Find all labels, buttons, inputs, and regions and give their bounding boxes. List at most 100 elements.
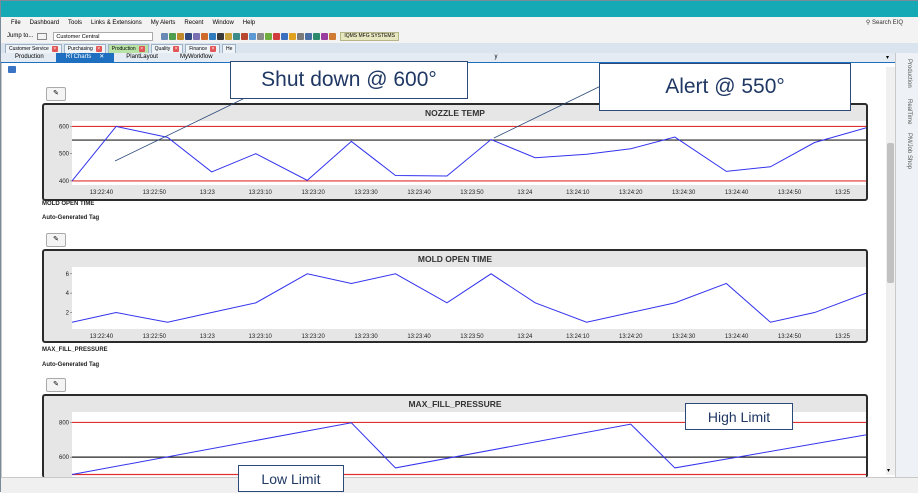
y-tick-label: 600	[59, 124, 70, 130]
x-tick-label: 13:23:10	[249, 334, 273, 340]
menu-my-alerts[interactable]: My Alerts	[151, 20, 176, 26]
jump-to-dropdown[interactable]	[37, 32, 48, 40]
report-icon[interactable]	[193, 32, 201, 40]
close-icon[interactable]: ×	[51, 46, 58, 52]
user-icon[interactable]	[305, 32, 313, 40]
jump-to-label: Jump to...	[7, 33, 34, 39]
y-tick-label: 600	[59, 455, 70, 461]
x-tick-label: 13:23:20	[301, 190, 325, 196]
y-tick-label: 500	[59, 152, 70, 158]
folder-icon[interactable]	[225, 32, 233, 40]
x-tick-label: 13:23	[200, 190, 216, 196]
menu-dashboard[interactable]: Dashboard	[30, 20, 59, 26]
tab-purchasing[interactable]: Purchasing ×	[63, 44, 106, 53]
export-icon[interactable]	[265, 32, 273, 40]
tab-overflow[interactable]: y	[485, 53, 508, 62]
app-window: File Dashboard Tools Links & Extensions …	[0, 0, 918, 493]
info-icon[interactable]	[249, 32, 257, 40]
tab-he[interactable]: He	[222, 44, 237, 53]
x-tick-label: 13:23:50	[460, 190, 484, 196]
close-icon[interactable]: ✕	[99, 54, 104, 60]
pdf-icon[interactable]	[273, 32, 281, 40]
alert-icon[interactable]	[241, 32, 249, 40]
x-tick-label: 13:23:40	[407, 190, 431, 196]
tab-customer-service[interactable]: Customer Service ×	[5, 44, 62, 53]
filter-icon[interactable]	[169, 32, 177, 40]
x-tick-label: 13:23	[200, 334, 216, 340]
close-icon[interactable]: ×	[95, 46, 102, 52]
close-icon[interactable]: ×	[138, 46, 145, 52]
refresh-icon[interactable]	[161, 32, 169, 40]
side-panel-tabs: Production RealTime PM/Job Shop	[895, 53, 918, 477]
side-tab-realtime[interactable]: RealTime	[906, 99, 912, 124]
customer-central-input[interactable]: Customer Central	[53, 31, 154, 41]
menu-bar: File Dashboard Tools Links & Extensions …	[1, 17, 918, 29]
close-icon[interactable]: ×	[173, 46, 180, 52]
x-tick-label: 13:24:30	[672, 334, 696, 340]
nozzle-temp-chart: NOZZLE TEMP 400 500 600 13:22:40 13:22:50 13:…	[42, 103, 868, 201]
vertical-scrollbar[interactable]: ▾	[886, 67, 895, 475]
scroll-down-icon[interactable]: ▾	[887, 467, 890, 474]
mold-tag-label: Auto-Generated Tag	[42, 215, 100, 221]
tab-plantlayout[interactable]: PlantLayout	[116, 53, 168, 62]
menu-recent[interactable]: Recent	[184, 20, 203, 26]
tab-quality[interactable]: Quality ×	[150, 44, 184, 53]
menu-window[interactable]: Window	[212, 20, 233, 26]
calendar-icon[interactable]	[209, 32, 217, 40]
tab-finance[interactable]: Finance ×	[185, 44, 221, 53]
shop-icon[interactable]	[329, 32, 337, 40]
x-tick-label: 13:24:40	[725, 190, 749, 196]
table-icon[interactable]	[217, 32, 225, 40]
search-eiq[interactable]: ⚲ Search EIQ	[866, 19, 903, 26]
x-tick-label: 13:25	[835, 334, 851, 340]
print-icon[interactable]	[257, 32, 265, 40]
high-limit-callout: High Limit	[685, 403, 793, 430]
x-tick-label: 13:24:50	[778, 190, 802, 196]
tool-icon[interactable]	[201, 32, 209, 40]
tab-production-page[interactable]: Production	[5, 53, 54, 62]
x-tick-label: 13:23:20	[301, 334, 325, 340]
tab-production[interactable]: Production ×	[107, 44, 149, 53]
section-label-mold-open-time: MOLD OPEN TIME	[42, 201, 95, 207]
y-tick-label: 800	[59, 420, 70, 426]
grid-icon[interactable]	[185, 32, 193, 40]
mold-settings-button[interactable]: ✎	[46, 233, 66, 247]
menu-links-extensions[interactable]: Links & Extensions	[91, 20, 142, 26]
search-label: Search EIQ	[871, 20, 903, 26]
plot-area	[72, 121, 866, 185]
nozzle-temp-plot: 400 500 600 13:22:40 13:22:50 13:23 13:23:10 13…	[59, 121, 866, 196]
x-tick-label: 13:24:20	[619, 334, 643, 340]
x-tick-label: 13:24	[517, 190, 533, 196]
x-tick-label: 13:23:30	[354, 190, 378, 196]
menu-tools[interactable]: Tools	[68, 20, 82, 26]
mold-open-time-plot: 2 4 6 13:22:40 13:22:50 13:23 13:23:10 13:23:20…	[66, 267, 866, 340]
tab-rtcharts[interactable]: RTCharts ✕	[55, 53, 115, 62]
tab-dropdown-icon[interactable]: ▾	[886, 54, 889, 61]
menu-help[interactable]: Help	[243, 20, 255, 26]
nozzle-settings-button[interactable]: ✎	[46, 87, 66, 101]
close-icon[interactable]: ×	[210, 46, 217, 52]
section-label-max-fill-pressure: MAX_FILL_PRESSURE	[42, 347, 108, 353]
pressure-settings-button[interactable]: ✎	[46, 378, 66, 392]
side-tab-pm-job-shop[interactable]: PM/Job Shop	[906, 133, 912, 169]
tab-myworkflow[interactable]: MyWorkflow	[170, 53, 223, 62]
settings-icon[interactable]	[297, 32, 305, 40]
side-tab-production[interactable]: Production	[906, 59, 912, 88]
gear-icon[interactable]	[233, 32, 241, 40]
x-tick-label: 13:24:50	[778, 334, 802, 340]
toolbar: Jump to... Customer Central IQMS MFG SYS…	[1, 29, 918, 43]
menu-file[interactable]: File	[11, 20, 21, 26]
scrollbar-thumb[interactable]	[887, 143, 894, 283]
x-tick-label: 13:22:40	[90, 190, 114, 196]
star-icon[interactable]	[289, 32, 297, 40]
y-tick-label: 4	[66, 291, 70, 297]
x-tick-label: 13:23:30	[354, 334, 378, 340]
chart-icon[interactable]	[177, 32, 185, 40]
workflow-icon[interactable]	[313, 32, 321, 40]
x-tick-label: 13:24:10	[566, 334, 590, 340]
x-tick-label: 13:23:10	[249, 190, 273, 196]
module-tabs: Customer Service × Purchasing × Production…	[1, 43, 918, 53]
mold-open-time-chart: MOLD OPEN TIME 2 4 6 13:22:40 13:22:50 13:23 1…	[42, 249, 868, 343]
mail-icon[interactable]	[281, 32, 289, 40]
link-icon[interactable]	[321, 32, 329, 40]
